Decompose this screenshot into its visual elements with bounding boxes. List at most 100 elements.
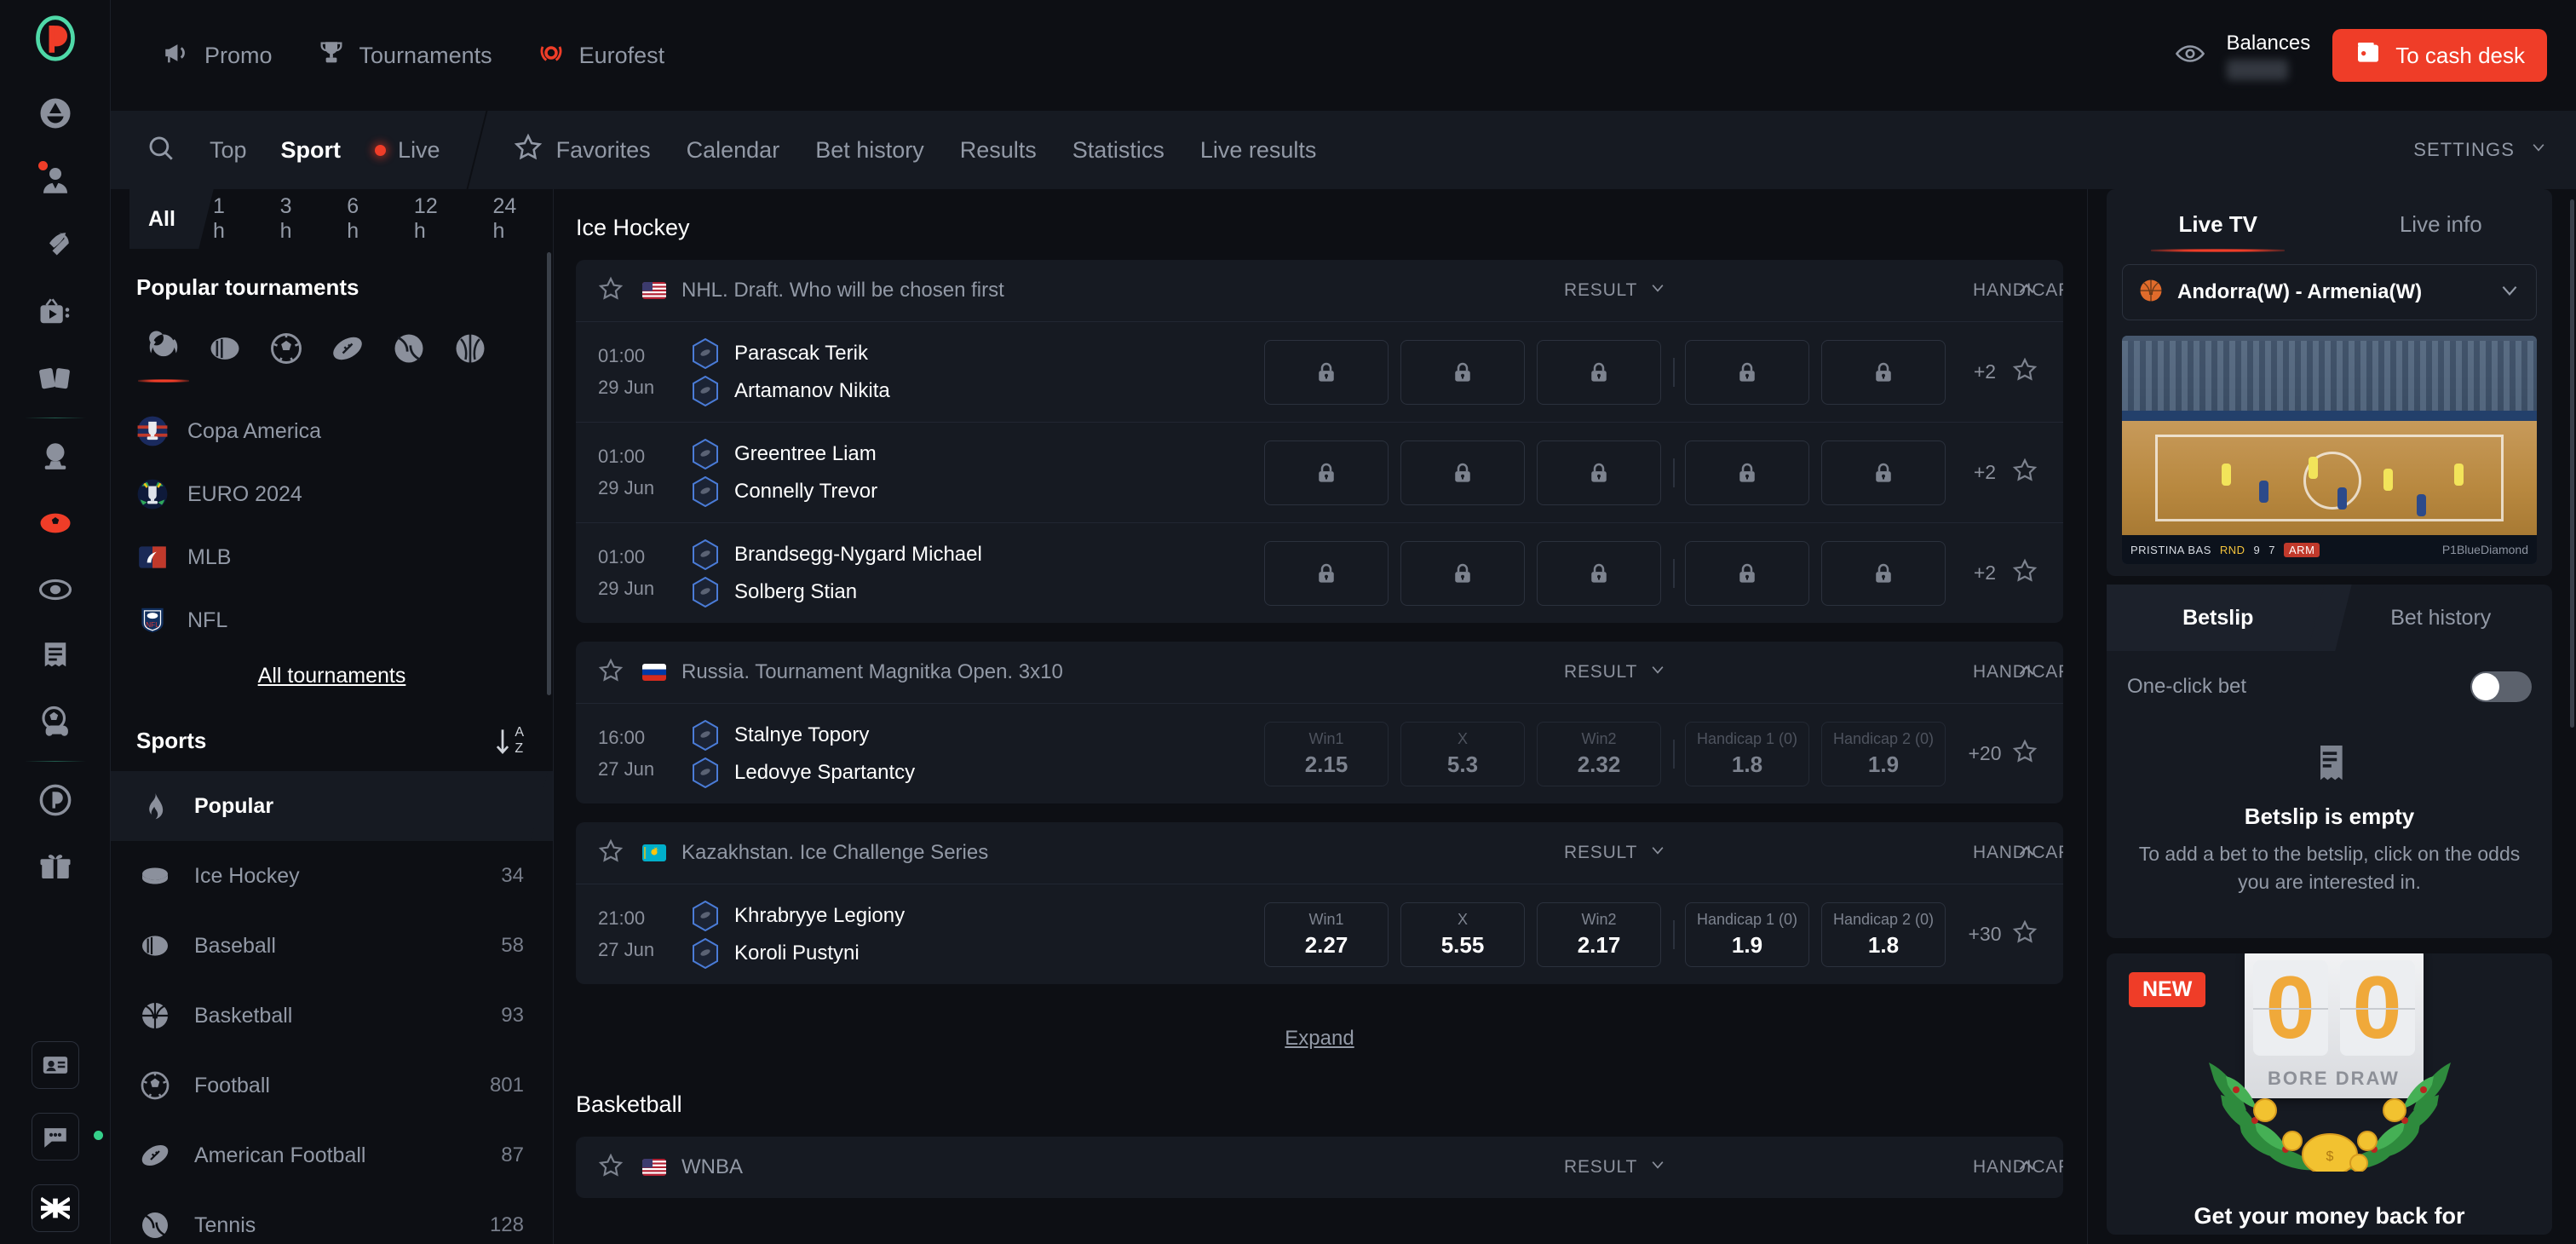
- sport-tab-football[interactable]: [256, 325, 317, 372]
- table-row[interactable]: 16:00 27 Jun Stalnye Topory Ledovye Spar…: [576, 703, 2063, 803]
- odd-cell-win2[interactable]: Win2 2.32: [1537, 721, 1661, 786]
- sort-az-button[interactable]: AZ: [493, 726, 524, 756]
- rail-item-support-chat[interactable]: [31, 1113, 103, 1160]
- sport-tab-american-football[interactable]: [317, 325, 378, 372]
- odd-cell-x[interactable]: [1400, 540, 1525, 606]
- odd-cell-win2[interactable]: Win2 2.17: [1537, 901, 1661, 967]
- league-header[interactable]: Russia. Tournament Magnitka Open. 3x10 R…: [576, 642, 2063, 703]
- tab-live[interactable]: Live: [375, 137, 440, 164]
- top-nav-promo[interactable]: Promo: [162, 38, 273, 73]
- sport-tab-volleyball[interactable]: [440, 325, 501, 372]
- more-markets-badge[interactable]: +30: [1958, 923, 2012, 946]
- tournament-nfl[interactable]: NFL NFL: [111, 589, 553, 652]
- sport-tab-popular[interactable]: [133, 325, 194, 383]
- odd-cell-win1[interactable]: [1264, 339, 1389, 405]
- odd-cell-x[interactable]: [1400, 440, 1525, 505]
- league-header[interactable]: NHL. Draft. Who will be chosen first RES…: [576, 260, 2063, 321]
- odd-cell-handicap2[interactable]: [1821, 339, 1946, 405]
- sidebar-scrollbar[interactable]: [547, 252, 551, 695]
- odd-cell-handicap2[interactable]: Handicap 2 (0) 1.9: [1821, 721, 1946, 786]
- tab-bet-history-panel[interactable]: Bet history: [2330, 585, 2553, 651]
- table-row[interactable]: 01:00 29 Jun Brandsegg-Nygard Michael So…: [576, 522, 2063, 623]
- odd-cell-win2[interactable]: [1537, 540, 1661, 606]
- time-filter-1h[interactable]: 1 h: [194, 189, 262, 249]
- live-tv-stream[interactable]: PRISTINA BAS RND 9 7 ARM P1BlueDiamond: [2122, 336, 2537, 564]
- search-icon[interactable]: [147, 134, 175, 167]
- market-col-result[interactable]: RESULT: [1564, 279, 1666, 302]
- sidebar-item-popular[interactable]: Popular: [111, 771, 553, 841]
- odd-cell-win1[interactable]: Win1 2.27: [1264, 901, 1389, 967]
- sidebar-item-baseball[interactable]: Baseball 58: [111, 911, 553, 981]
- odd-cell-handicap1[interactable]: Handicap 1 (0) 1.9: [1685, 901, 1809, 967]
- more-markets-badge[interactable]: +2: [1958, 360, 2012, 383]
- star-icon[interactable]: [598, 276, 624, 306]
- odd-cell-handicap2[interactable]: [1821, 440, 1946, 505]
- rail-item-tv-games[interactable]: [0, 279, 110, 346]
- time-filter-24h[interactable]: 24 h: [474, 189, 553, 249]
- odd-cell-handicap2[interactable]: [1821, 540, 1946, 606]
- tab-favorites[interactable]: Favorites: [514, 133, 651, 168]
- sidebar-item-football[interactable]: Football 801: [111, 1051, 553, 1120]
- tab-live-info[interactable]: Live info: [2330, 189, 2553, 259]
- tab-results[interactable]: Results: [960, 137, 1037, 164]
- rail-item-sport-trophy[interactable]: [0, 423, 110, 490]
- rail-item-betslip-history[interactable]: [0, 623, 110, 689]
- odd-cell-x[interactable]: X 5.55: [1400, 901, 1525, 967]
- table-row[interactable]: 01:00 29 Jun Parascak Terik Artamanov Ni…: [576, 321, 2063, 422]
- odd-cell-win2[interactable]: [1537, 440, 1661, 505]
- odd-cell-handicap1[interactable]: [1685, 540, 1809, 606]
- time-filter-all[interactable]: All: [129, 189, 194, 249]
- top-nav-eurofest[interactable]: Eurofest: [537, 38, 664, 73]
- favorite-star-icon[interactable]: [2012, 458, 2038, 487]
- tab-calendar[interactable]: Calendar: [687, 137, 780, 164]
- odd-cell-handicap2[interactable]: Handicap 2 (0) 1.8: [1821, 901, 1946, 967]
- rail-item-casino[interactable]: [0, 80, 110, 147]
- star-icon[interactable]: [598, 1153, 624, 1183]
- balance-visibility-toggle[interactable]: [2175, 43, 2205, 69]
- odd-cell-win1[interactable]: [1264, 540, 1389, 606]
- sport-tab-tennis[interactable]: [378, 325, 440, 372]
- rail-item-bonuses[interactable]: [0, 833, 110, 900]
- one-click-bet-toggle[interactable]: [2470, 671, 2532, 702]
- time-filter-6h[interactable]: 6 h: [328, 189, 395, 249]
- table-row[interactable]: 21:00 27 Jun Khrabryye Legiony Koroli Pu…: [576, 884, 2063, 984]
- rail-item-fast-games[interactable]: [0, 213, 110, 279]
- promo-banner[interactable]: NEW 0 0 BORE DRAW $ Get your money back …: [2107, 953, 2552, 1235]
- tab-live-results[interactable]: Live results: [1200, 137, 1317, 164]
- favorite-star-icon[interactable]: [2012, 739, 2038, 769]
- live-tv-event-select[interactable]: Andorra(W) - Armenia(W): [2122, 264, 2537, 320]
- rail-item-live-dealers[interactable]: [0, 147, 110, 213]
- top-nav-tournaments[interactable]: Tournaments: [317, 38, 492, 73]
- to-cash-desk-button[interactable]: To cash desk: [2332, 29, 2547, 82]
- balances[interactable]: Balances: [2226, 32, 2310, 80]
- market-col-result[interactable]: RESULT: [1564, 1156, 1666, 1178]
- odd-cell-x[interactable]: X 5.3: [1400, 721, 1525, 786]
- market-col-handicap[interactable]: HANDICAP: [1973, 842, 2063, 864]
- league-header[interactable]: Kazakhstan. Ice Challenge Series RESULT …: [576, 822, 2063, 884]
- sport-tab-baseball[interactable]: [194, 325, 256, 372]
- all-tournaments-link[interactable]: All tournaments: [111, 652, 553, 688]
- more-markets-badge[interactable]: +2: [1958, 461, 2012, 484]
- rail-item-sport[interactable]: [0, 490, 110, 556]
- favorite-star-icon[interactable]: [2012, 919, 2038, 949]
- settings-button[interactable]: SETTINGS: [2413, 139, 2547, 161]
- star-icon[interactable]: [598, 658, 624, 688]
- market-col-handicap[interactable]: HANDICAP: [1973, 661, 2063, 683]
- tab-live-tv[interactable]: Live TV: [2107, 189, 2330, 259]
- right-panel-scrollbar[interactable]: [2570, 199, 2574, 728]
- odd-cell-win1[interactable]: [1264, 440, 1389, 505]
- tab-betslip[interactable]: Betslip: [2107, 585, 2330, 651]
- tab-bet-history[interactable]: Bet history: [815, 137, 924, 164]
- rail-item-parimatch[interactable]: [0, 767, 110, 833]
- favorite-star-icon[interactable]: [2012, 558, 2038, 588]
- tab-sport[interactable]: Sport: [281, 137, 342, 164]
- sidebar-item-american-football[interactable]: American Football 87: [111, 1120, 553, 1190]
- more-markets-badge[interactable]: +2: [1958, 562, 2012, 585]
- more-markets-badge[interactable]: +20: [1958, 742, 2012, 765]
- rail-item-profile[interactable]: [31, 1041, 79, 1089]
- market-col-handicap[interactable]: HANDICAP: [1973, 1156, 2063, 1178]
- odd-cell-handicap1[interactable]: Handicap 1 (0) 1.8: [1685, 721, 1809, 786]
- odd-cell-win1[interactable]: Win1 2.15: [1264, 721, 1389, 786]
- odd-cell-handicap1[interactable]: [1685, 339, 1809, 405]
- market-col-result[interactable]: RESULT: [1564, 661, 1666, 683]
